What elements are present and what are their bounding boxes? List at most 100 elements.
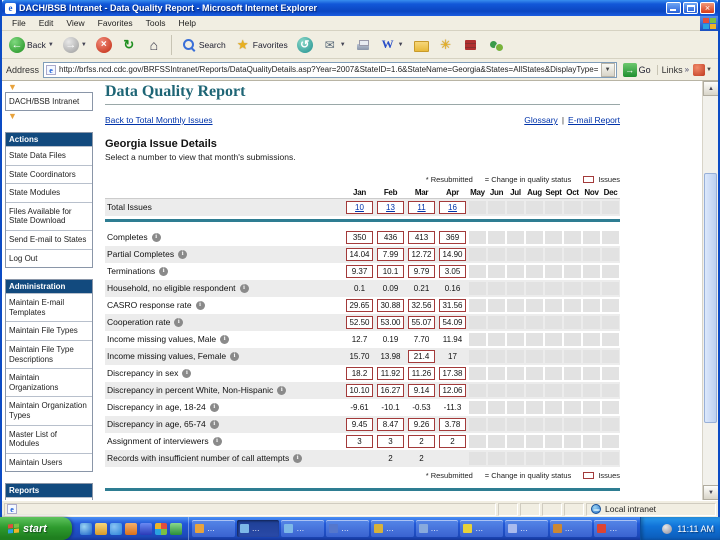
taskbar-button-4[interactable]: … <box>326 520 369 537</box>
back-to-total-link[interactable]: Back to Total Monthly Issues <box>105 115 213 125</box>
minimize-button[interactable] <box>666 2 681 14</box>
menu-favorites[interactable]: Favorites <box>92 17 139 29</box>
favorites-button[interactable]: ★ Favorites <box>232 35 291 55</box>
menu-file[interactable]: File <box>6 17 32 29</box>
taskbar-button-9[interactable]: … <box>549 520 593 537</box>
sidebar-item-send-e-mail-to-states[interactable]: Send E-mail to States <box>6 229 92 249</box>
taskbar-button-5[interactable]: … <box>370 520 414 537</box>
info-icon[interactable]: i <box>220 335 230 344</box>
info-icon[interactable]: i <box>159 267 169 276</box>
back-button[interactable]: ← Back ▼ <box>6 35 57 55</box>
month-issues-link[interactable]: 11 <box>417 203 425 212</box>
sidebar-item-state-modules[interactable]: State Modules <box>6 183 92 202</box>
month-value-cell: 11 <box>406 201 437 214</box>
info-icon[interactable]: i <box>209 420 219 429</box>
info-icon[interactable]: i <box>151 233 161 242</box>
messenger-button[interactable]: ✳ <box>435 35 457 55</box>
mail-button[interactable]: ✉ ▼ <box>319 35 349 55</box>
browser-quicklaunch-icon[interactable] <box>110 522 122 535</box>
menu-view[interactable]: View <box>60 17 90 29</box>
sidebar-home-link[interactable]: DACH/BSB Intranet <box>5 92 93 111</box>
issue-value: 9.26 <box>408 418 435 431</box>
vertical-scrollbar[interactable]: ▲ ▼ <box>702 81 718 500</box>
sidebar-item-state-coordinators[interactable]: State Coordinators <box>6 164 92 184</box>
sidebar-item-log-out[interactable]: Log Out <box>6 248 92 268</box>
info-icon[interactable]: i <box>195 301 205 310</box>
edit-button[interactable]: W ▼ <box>377 35 407 55</box>
scroll-up-icon[interactable]: ▲ <box>703 81 718 96</box>
sidebar-item-files-available-for-state-download[interactable]: Files Available for State Download <box>6 201 92 230</box>
info-icon[interactable]: i <box>212 437 222 446</box>
info-icon[interactable]: i <box>182 369 192 378</box>
menu-tools[interactable]: Tools <box>140 17 172 29</box>
sidebar-item-state-data-files[interactable]: State Data Files <box>6 146 92 165</box>
messenger-icon: ✳ <box>440 36 452 52</box>
taskbar-button-6[interactable]: … <box>415 520 459 537</box>
info-icon[interactable]: i <box>239 284 249 293</box>
go-button[interactable]: → Go <box>621 62 653 78</box>
taskbar-button-3[interactable]: … <box>281 520 325 537</box>
scroll-down-icon[interactable]: ▼ <box>703 485 718 500</box>
start-button[interactable]: start <box>0 517 72 540</box>
sidebar-item-master-list-of-modules[interactable]: Master List of Modules <box>6 424 92 453</box>
history-button[interactable]: ↺ <box>294 35 316 55</box>
print-button[interactable] <box>352 35 374 55</box>
email-report-link[interactable]: E-mail Report <box>568 115 620 125</box>
taskbar-button-10[interactable]: … <box>594 520 638 537</box>
info-icon[interactable]: i <box>277 386 287 395</box>
maximize-button[interactable] <box>683 2 698 14</box>
info-icon[interactable]: i <box>209 403 219 412</box>
address-input[interactable]: e http://brfss.ncd.cdc.gov/BRFSSIntranet… <box>43 61 617 78</box>
forward-button[interactable]: → ▼ <box>60 35 90 55</box>
sidebar-item-maintain-organizations[interactable]: Maintain Organizations <box>6 368 92 396</box>
contacts-button[interactable] <box>485 35 507 55</box>
issue-value: 31.56 <box>439 299 466 312</box>
month-value-cell: 12.72 <box>406 248 437 261</box>
sidebar-item-maintain-file-types[interactable]: Maintain File Types <box>6 321 92 340</box>
task-window-label: … <box>430 524 439 533</box>
sidebar-item-maintain-file-type-descriptions[interactable]: Maintain File Type Descriptions <box>6 339 92 368</box>
info-icon[interactable]: i <box>178 250 188 259</box>
month-header-label: Jul <box>510 188 521 197</box>
sidebar-sections: Actions State Data Files State Coordinator… <box>5 132 93 500</box>
month-issues-link[interactable]: 16 <box>448 203 457 212</box>
addressbar-extension-button[interactable]: ▼ <box>693 63 714 76</box>
info-icon[interactable]: i <box>293 454 303 463</box>
sidebar-item-login-tracking[interactable]: Login Tracking <box>6 497 92 500</box>
home-button[interactable]: ⌂ <box>143 35 165 55</box>
glossary-link[interactable]: Glossary <box>524 115 558 125</box>
app-quicklaunch-icon[interactable] <box>170 522 182 535</box>
outlook-quicklaunch-icon[interactable] <box>125 522 137 535</box>
internet-explorer-quicklaunch-icon[interactable] <box>80 522 92 535</box>
sidebar-item-maintain-users[interactable]: Maintain Users <box>6 452 92 472</box>
menu-help[interactable]: Help <box>172 17 201 29</box>
nav-arrow-top-icon[interactable]: ▼ <box>5 82 93 92</box>
address-dropdown-icon[interactable]: ▼ <box>600 62 615 77</box>
word-quicklaunch-icon[interactable] <box>140 522 152 535</box>
research-button[interactable] <box>460 35 482 55</box>
month-issues-link[interactable]: 10 <box>355 203 364 212</box>
month-header-label: Aug <box>527 188 542 197</box>
refresh-button[interactable]: ↻ <box>118 35 140 55</box>
month-issues-link[interactable]: 13 <box>386 203 395 212</box>
search-button[interactable]: Search <box>178 35 229 55</box>
info-icon[interactable]: i <box>230 352 240 361</box>
taskbar-button-8[interactable]: … <box>504 520 548 537</box>
folder-quicklaunch-icon[interactable] <box>95 522 107 535</box>
title-bar[interactable]: e DACH/BSB Intranet - Data Quality Repor… <box>2 0 718 16</box>
info-icon[interactable]: i <box>174 318 184 327</box>
discuss-button[interactable] <box>410 35 432 55</box>
taskbar-button-7[interactable]: … <box>460 520 503 537</box>
nav-arrow-bottom-icon[interactable]: ▼ <box>5 111 93 121</box>
sidebar-item-maintain-organization-types[interactable]: Maintain Organization Types <box>6 396 92 424</box>
tray-volume-icon[interactable] <box>662 523 673 534</box>
menu-edit[interactable]: Edit <box>33 17 60 29</box>
stop-button[interactable]: × <box>93 35 115 55</box>
taskbar-button-2[interactable]: … <box>236 520 280 537</box>
close-button[interactable]: × <box>700 2 715 14</box>
links-toolbar[interactable]: Links » <box>656 64 689 75</box>
sidebar-item-maintain-e-mail-templates[interactable]: Maintain E-mail Templates <box>6 293 92 321</box>
media-player-quicklaunch-icon[interactable] <box>155 522 167 535</box>
scrollbar-thumb[interactable] <box>704 173 717 423</box>
taskbar-button-1[interactable]: … <box>192 520 235 537</box>
